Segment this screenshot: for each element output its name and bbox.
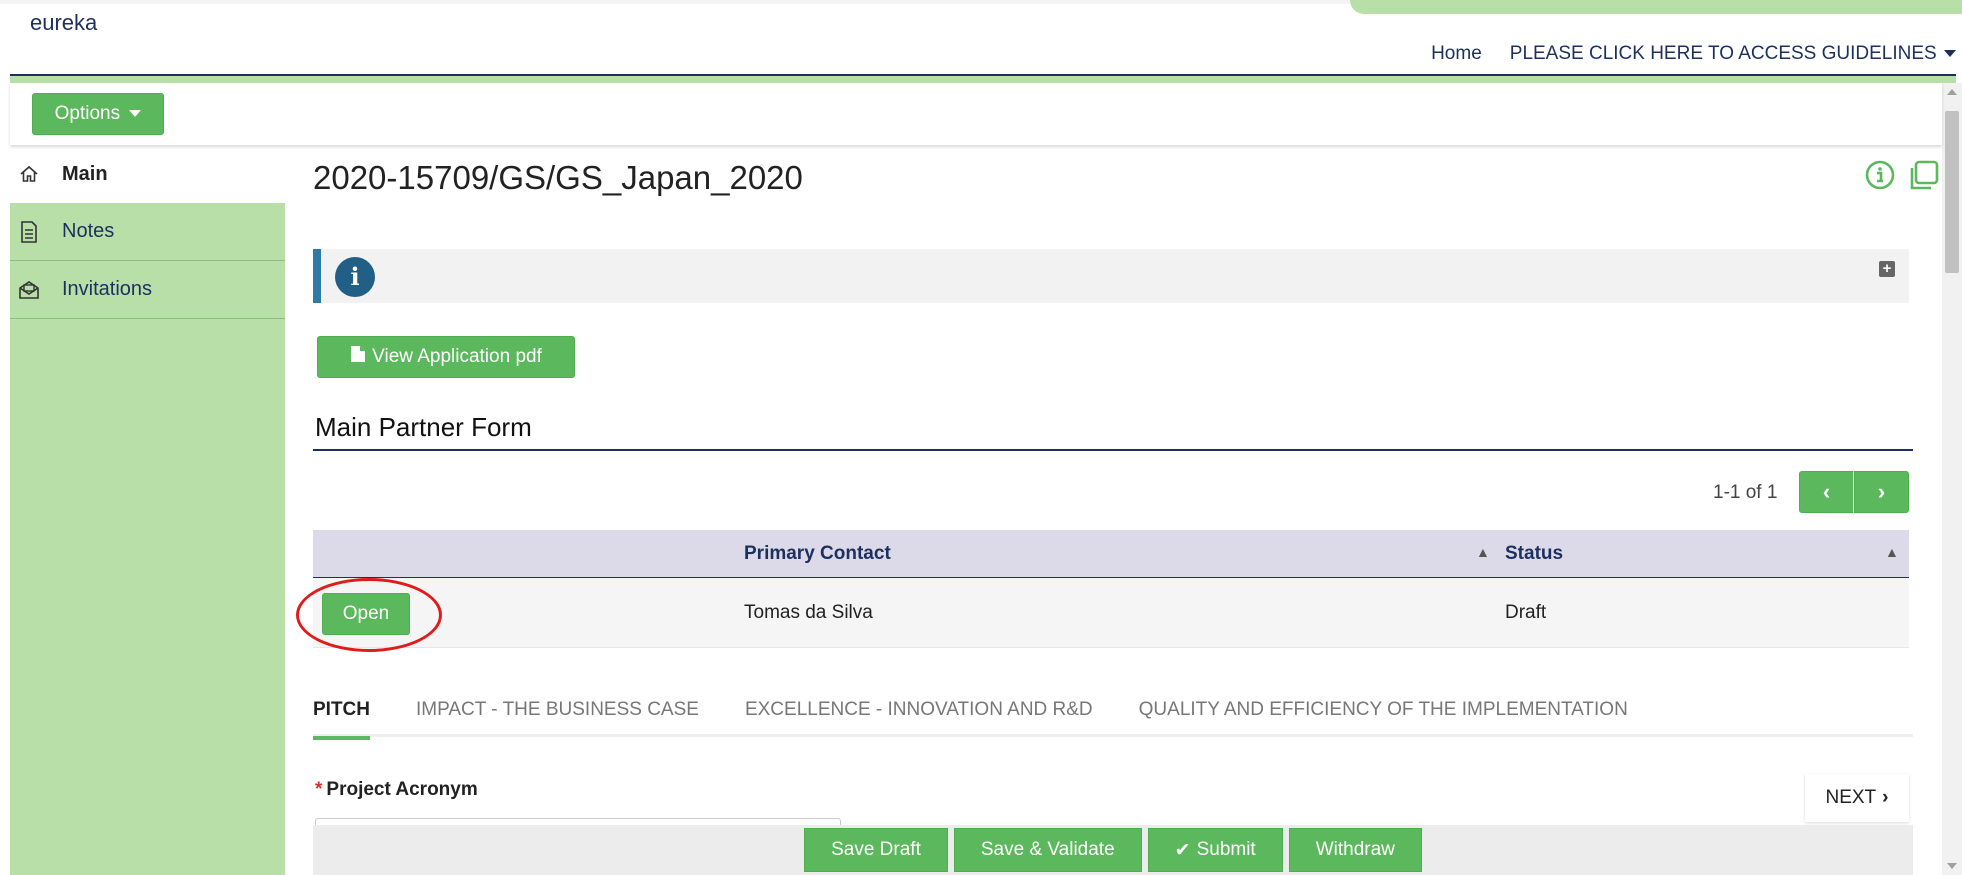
nav-guidelines-dropdown[interactable]: PLEASE CLICK HERE TO ACCESS GUIDELINES	[1510, 43, 1956, 65]
sidebar-item-label: Notes	[62, 220, 115, 242]
table-header: Primary Contact ▲︎ Status ▲︎	[313, 530, 1909, 578]
info-panel: i +	[313, 249, 1909, 303]
header-green-band	[10, 76, 1956, 83]
column-header-primary-contact[interactable]: Primary Contact	[744, 543, 891, 565]
file-pdf-icon	[350, 345, 366, 369]
open-button[interactable]: Open	[322, 593, 410, 635]
scroll-down-arrow-icon[interactable]	[1947, 863, 1957, 869]
page-scrollbar[interactable]	[1942, 83, 1962, 875]
sort-icon[interactable]: ▲︎	[1885, 544, 1899, 560]
scroll-up-arrow-icon[interactable]	[1947, 89, 1957, 95]
pager: ‹ ›	[1799, 471, 1909, 513]
top-header: eureka Home PLEASE CLICK HERE TO ACCESS …	[0, 0, 1962, 83]
next-button-label: NEXT	[1825, 787, 1877, 808]
caret-down-icon	[1944, 50, 1956, 58]
table-row: Open Tomas da Silva Draft	[296, 578, 1909, 652]
caret-down-icon	[129, 110, 142, 118]
info-icon[interactable]	[1864, 159, 1896, 198]
sidebar-item-label: Main	[62, 162, 108, 185]
tab-quality[interactable]: QUALITY AND EFFICIENCY OF THE IMPLEMENTA…	[1139, 685, 1628, 737]
required-marker: *	[315, 779, 323, 800]
tab-impact[interactable]: IMPACT - THE BUSINESS CASE	[416, 685, 699, 737]
cell-status: Draft	[1505, 602, 1547, 623]
pager-count: 1-1 of 1	[1713, 482, 1778, 503]
options-toolbar: Options	[10, 83, 1942, 145]
checkmark-icon: ✔	[1174, 839, 1191, 861]
sidebar-item-notes[interactable]: Notes	[10, 203, 285, 261]
options-button[interactable]: Options	[32, 93, 164, 135]
sort-icon[interactable]: ▲︎	[1476, 544, 1490, 560]
nav-home-link[interactable]: Home	[1431, 43, 1482, 65]
options-button-label: Options	[54, 103, 121, 124]
section-divider	[313, 449, 1913, 451]
copy-icon[interactable]	[1906, 159, 1940, 198]
document-icon	[16, 220, 42, 243]
save-draft-button[interactable]: Save Draft	[804, 828, 948, 872]
submit-label: Submit	[1196, 839, 1256, 860]
sidebar-item-label: Invitations	[62, 278, 153, 300]
brand-logo[interactable]: eureka	[30, 10, 97, 36]
sidebar-item-main[interactable]: Main	[10, 145, 285, 203]
sidebar-item-invitations[interactable]: Invitations	[10, 261, 285, 319]
nav-guidelines-label: PLEASE CLICK HERE TO ACCESS GUIDELINES	[1509, 43, 1937, 64]
top-accent-strip	[0, 0, 1350, 4]
info-icon: i	[335, 257, 375, 297]
top-accent-tab	[1350, 0, 1962, 14]
view-pdf-label: View Application pdf	[372, 346, 542, 367]
page-title: 2020-15709/GS/GS_Japan_2020	[313, 159, 803, 196]
section-title: Main Partner Form	[315, 412, 532, 442]
view-application-pdf-button[interactable]: View Application pdf	[317, 336, 575, 378]
partner-form-table: Primary Contact ▲︎ Status ▲︎ Open Tomas …	[296, 530, 1909, 652]
next-page-button[interactable]: ›	[1854, 471, 1909, 513]
envelope-icon	[16, 279, 42, 301]
cell-primary-contact: Tomas da Silva	[744, 602, 873, 623]
main-content: 2020-15709/GS/GS_Japan_2020 i + View App…	[285, 145, 1940, 875]
form-tabs: PITCH IMPACT - THE BUSINESS CASE EXCELLE…	[313, 685, 1913, 740]
expand-plus-icon[interactable]: +	[1879, 261, 1895, 277]
tab-excellence[interactable]: EXCELLENCE - INNOVATION AND R&D	[745, 685, 1093, 737]
project-acronym-label: * Project Acronym	[315, 779, 478, 801]
scrollbar-thumb[interactable]	[1945, 111, 1959, 273]
title-actions	[1864, 159, 1940, 198]
submit-button[interactable]: ✔ Submit	[1147, 828, 1283, 872]
form-action-bar: Save Draft Save & Validate ✔ Submit With…	[313, 825, 1913, 875]
column-header-status[interactable]: Status	[1505, 543, 1563, 565]
tab-pitch[interactable]: PITCH	[313, 685, 370, 740]
chevron-right-icon: ›	[1882, 787, 1889, 808]
top-nav: Home PLEASE CLICK HERE TO ACCESS GUIDELI…	[1431, 43, 1956, 65]
sidebar: Main Notes Invitations	[10, 145, 285, 875]
save-validate-button[interactable]: Save & Validate	[953, 828, 1142, 872]
project-acronym-label-text: Project Acronym	[326, 779, 478, 800]
previous-page-button[interactable]: ‹	[1799, 471, 1854, 513]
home-icon	[16, 163, 42, 185]
next-button[interactable]: NEXT ›	[1805, 774, 1909, 822]
withdraw-button[interactable]: Withdraw	[1288, 828, 1422, 872]
